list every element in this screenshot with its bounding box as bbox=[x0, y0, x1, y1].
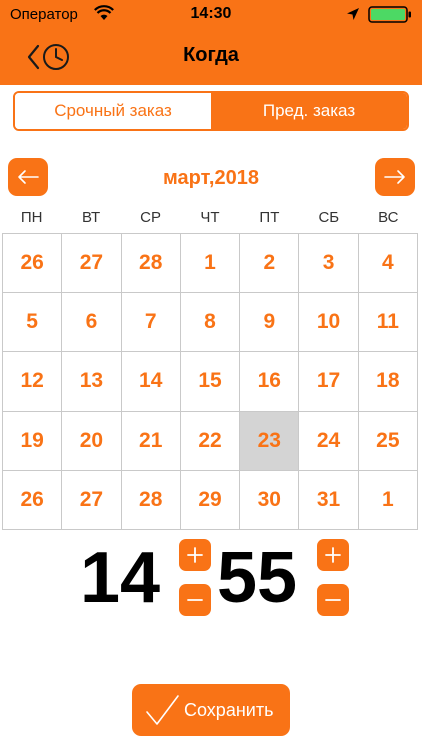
calendar-day[interactable]: 29 bbox=[180, 470, 241, 530]
calendar-day-selected[interactable]: 23 bbox=[240, 411, 300, 471]
tab-urgent-order[interactable]: Срочный заказ bbox=[15, 93, 211, 129]
calendar-day[interactable]: 3 bbox=[299, 234, 359, 294]
save-button-label: Сохранить bbox=[184, 700, 274, 720]
calendar-day[interactable]: 17 bbox=[299, 352, 359, 412]
calendar-day[interactable]: 2 bbox=[240, 234, 300, 294]
weekday-label: ПН bbox=[20, 209, 43, 226]
calendar-day[interactable]: 31 bbox=[299, 470, 359, 530]
battery-icon bbox=[368, 6, 411, 23]
calendar-day[interactable]: 26 bbox=[3, 234, 63, 294]
calendar-day[interactable]: 15 bbox=[180, 352, 241, 412]
minus-icon bbox=[325, 599, 341, 601]
status-bar: Оператор 14:30 bbox=[0, 0, 422, 28]
minutes-value: 55 bbox=[217, 538, 298, 618]
weekday-label: ВТ bbox=[82, 209, 101, 226]
next-month-button[interactable] bbox=[375, 158, 415, 196]
calendar-day[interactable]: 26 bbox=[3, 470, 63, 530]
checkmark-icon bbox=[146, 695, 179, 725]
calendar-day[interactable]: 20 bbox=[62, 411, 122, 471]
calendar-day[interactable]: 25 bbox=[358, 411, 418, 471]
calendar-day[interactable]: 27 bbox=[62, 470, 122, 530]
plus-icon bbox=[325, 547, 341, 563]
calendar-day[interactable]: 5 bbox=[3, 293, 63, 353]
page-title: Когда bbox=[183, 44, 239, 66]
navigation-bar: Когда bbox=[0, 36, 422, 76]
calendar-day[interactable]: 28 bbox=[121, 234, 181, 294]
month-year-label: март,2018 bbox=[163, 167, 259, 189]
plus-icon bbox=[187, 547, 203, 563]
hours-decrement-button[interactable] bbox=[179, 584, 211, 616]
hours-increment-button[interactable] bbox=[179, 539, 211, 571]
calendar-day[interactable]: 13 bbox=[62, 352, 122, 412]
weekday-label: СБ bbox=[318, 209, 340, 226]
calendar-day[interactable]: 7 bbox=[121, 293, 181, 353]
weekday-label: СР bbox=[140, 209, 161, 226]
calendar-day[interactable]: 9 bbox=[240, 293, 300, 353]
calendar-grid: 26 27 28 1 2 3 4 5 6 7 8 9 10 11 12 13 1… bbox=[2, 233, 418, 530]
calendar-day[interactable]: 30 bbox=[240, 470, 300, 530]
location-arrow-icon bbox=[347, 8, 359, 20]
arrow-right-icon bbox=[384, 170, 405, 184]
tab-pre-order[interactable]: Пред. заказ bbox=[211, 93, 407, 129]
calendar-day[interactable]: 14 bbox=[121, 352, 181, 412]
calendar-day[interactable]: 19 bbox=[3, 411, 63, 471]
calendar-day[interactable]: 10 bbox=[299, 293, 359, 353]
calendar-day[interactable]: 21 bbox=[121, 411, 181, 471]
weekday-label: ЧТ bbox=[200, 209, 220, 226]
save-button[interactable]: Сохранить bbox=[132, 684, 290, 736]
calendar-day[interactable]: 8 bbox=[180, 293, 241, 353]
calendar-day[interactable]: 6 bbox=[62, 293, 122, 353]
calendar-day[interactable]: 18 bbox=[358, 352, 418, 412]
order-type-segmented-control: Срочный заказ Пред. заказ bbox=[13, 91, 409, 131]
calendar-day[interactable]: 4 bbox=[358, 234, 418, 294]
calendar-day[interactable]: 24 bbox=[299, 411, 359, 471]
calendar-day[interactable]: 27 bbox=[62, 234, 122, 294]
minutes-decrement-button[interactable] bbox=[317, 584, 349, 616]
calendar-day[interactable]: 28 bbox=[121, 470, 181, 530]
weekday-label: ПТ bbox=[259, 209, 280, 226]
calendar-day[interactable]: 11 bbox=[358, 293, 418, 353]
calendar-day[interactable]: 1 bbox=[358, 470, 418, 530]
hours-value: 14 bbox=[80, 538, 161, 618]
calendar-day[interactable]: 1 bbox=[180, 234, 241, 294]
calendar-day[interactable]: 12 bbox=[3, 352, 63, 412]
weekday-header: ПН ВТ СР ЧТ ПТ СБ ВС bbox=[2, 209, 418, 226]
minus-icon bbox=[187, 599, 203, 601]
calendar-day[interactable]: 22 bbox=[180, 411, 241, 471]
weekday-label: ВС bbox=[378, 209, 399, 226]
calendar-day[interactable]: 16 bbox=[240, 352, 300, 412]
minutes-increment-button[interactable] bbox=[317, 539, 349, 571]
